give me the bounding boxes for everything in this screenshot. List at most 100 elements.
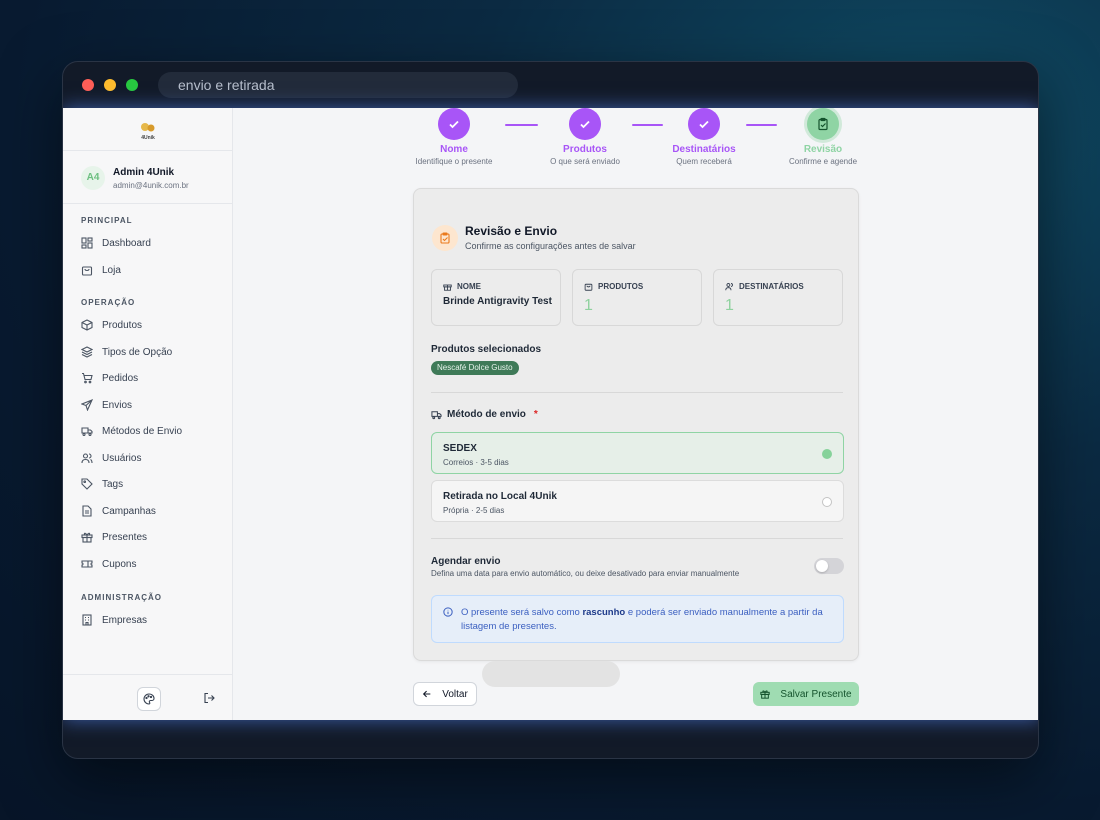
sidebar-item-tipos-de-opcao[interactable]: Tipos de Opção <box>81 343 172 361</box>
step-title: Revisão <box>803 144 843 155</box>
sidebar-item-pedidos[interactable]: Pedidos <box>81 369 138 387</box>
summary-products: PRODUTOS 1 <box>572 269 702 326</box>
sidebar-item-label: Campanhas <box>102 505 156 517</box>
review-card: Revisão e Envio Confirme as configuraçõe… <box>413 188 859 661</box>
user-email: admin@4unik.com.br <box>113 181 189 190</box>
maximize-window-button[interactable] <box>126 79 138 91</box>
avatar: A4 <box>81 166 105 190</box>
sidebar-item-loja[interactable]: Loja <box>81 261 121 279</box>
review-title: Revisão e Envio <box>465 224 558 238</box>
tag-icon <box>81 478 93 490</box>
users-icon <box>81 452 93 464</box>
step-title: Destinatários <box>672 144 736 155</box>
summary-products-value: 1 <box>584 297 593 314</box>
shipping-method-label: Método de envio * <box>431 409 538 420</box>
info-icon <box>443 607 453 617</box>
logout-icon[interactable] <box>203 692 215 704</box>
gift-icon <box>81 531 93 543</box>
cart-icon <box>81 372 93 384</box>
step-done-indicator <box>438 108 470 140</box>
info-text-bold: rascunho <box>582 607 626 618</box>
sidebar-item-label: Pedidos <box>102 372 139 384</box>
step-subtitle: Confirme e agende <box>788 157 858 166</box>
shipping-option-detail: Correios · 3-5 dias <box>443 458 509 467</box>
theme-button[interactable] <box>137 687 161 711</box>
summary-recipients-label: DESTINATÁRIOS <box>725 282 804 291</box>
check-icon <box>699 120 709 129</box>
shipping-option-detail: Própria · 2-5 dias <box>443 506 505 515</box>
sidebar-footer <box>63 674 233 720</box>
sidebar-item-label: Métodos de Envio <box>102 425 183 437</box>
sidebar-item-label: Tags <box>102 478 124 490</box>
gift-icon <box>443 284 452 291</box>
shopping-bag-icon <box>584 283 593 291</box>
section-title-operacao: OPERAÇÃO <box>81 298 136 307</box>
ticket-icon <box>81 558 93 570</box>
send-icon <box>81 399 93 411</box>
save-label: Salvar Presente <box>780 688 852 700</box>
summary-recipients-value: 1 <box>725 297 734 314</box>
sidebar-item-produtos[interactable]: Produtos <box>81 316 142 334</box>
required-mark: * <box>533 409 538 420</box>
radio-unselected[interactable] <box>822 497 832 507</box>
sidebar-item-label: Presentes <box>102 531 148 543</box>
logo-text: 4Unik <box>141 135 155 141</box>
sidebar-item-usuarios[interactable]: Usuários <box>81 449 141 467</box>
box-icon <box>81 319 93 331</box>
summary-label-text: DESTINATÁRIOS <box>739 282 804 291</box>
check-icon <box>580 120 590 129</box>
sidebar-item-dashboard[interactable]: Dashboard <box>81 234 151 252</box>
section-title-administracao: ADMINISTRAÇÃO <box>81 593 162 602</box>
info-text-prefix: O presente será salvo como <box>461 607 583 618</box>
review-subtitle: Confirme as configurações antes de salva… <box>465 241 636 251</box>
summary-label-text: NOME <box>457 282 481 291</box>
user-profile[interactable]: A4 Admin 4Unik admin@4unik.com.br <box>63 150 233 204</box>
sidebar-item-label: Loja <box>102 264 121 276</box>
palette-icon <box>143 693 155 705</box>
sidebar-item-campanhas[interactable]: Campanhas <box>81 502 156 520</box>
selected-products-label: Produtos selecionados <box>431 344 542 355</box>
step-destinatarios: Destinatários Quem receberá <box>649 108 759 166</box>
sidebar-item-empresas[interactable]: Empresas <box>81 611 147 629</box>
divider <box>431 392 843 393</box>
radio-selected[interactable] <box>822 449 832 459</box>
sidebar-item-tags[interactable]: Tags <box>81 475 123 493</box>
check-icon <box>449 120 459 129</box>
close-window-button[interactable] <box>82 79 94 91</box>
step-title: Nome <box>440 144 468 155</box>
summary-name-value: Brinde Antigravity Test <box>443 296 552 307</box>
info-text: O presente será salvo como rascunho e po… <box>461 606 831 634</box>
layers-icon <box>81 346 93 358</box>
users-icon <box>725 283 733 291</box>
gift-icon <box>760 690 771 699</box>
building-icon <box>81 614 93 626</box>
sidebar-item-label: Cupons <box>102 558 137 570</box>
title-bar: envio e retirada <box>63 62 1038 108</box>
company-logo: 4Unik <box>141 123 155 141</box>
minimize-window-button[interactable] <box>104 79 116 91</box>
step-nome: Nome Identifique o presente <box>399 108 509 166</box>
clipboard-check-icon <box>818 117 828 131</box>
sidebar-item-metodos-de-envio[interactable]: Métodos de Envio <box>81 422 182 440</box>
clipboard-check-icon <box>440 232 450 244</box>
dashboard-icon <box>81 237 93 249</box>
product-tag: Nescafé Dolce Gusto <box>431 361 519 375</box>
back-button[interactable]: Voltar <box>413 682 477 706</box>
step-produtos: Produtos O que será enviado <box>530 108 640 166</box>
shipping-option-retirada[interactable]: Retirada no Local 4Unik Própria · 2-5 di… <box>431 480 844 522</box>
toggle-knob <box>816 560 828 572</box>
shipping-option-sedex[interactable]: SEDEX Correios · 3-5 dias <box>431 432 844 474</box>
step-subtitle: O que será enviado <box>550 157 620 166</box>
schedule-toggle[interactable] <box>814 558 844 574</box>
step-done-indicator <box>569 108 601 140</box>
sidebar-item-presentes[interactable]: Presentes <box>81 528 147 546</box>
sidebar-item-envios[interactable]: Envios <box>81 396 132 414</box>
arrow-left-icon <box>423 690 431 698</box>
sidebar-item-cupons[interactable]: Cupons <box>81 555 136 573</box>
address-bar[interactable]: envio e retirada <box>158 72 518 98</box>
save-gift-button[interactable]: Salvar Presente <box>753 682 859 706</box>
shipping-method-text: Método de envio <box>447 409 526 420</box>
file-icon <box>81 505 93 517</box>
step-current-indicator <box>807 108 839 140</box>
sidebar-item-label: Tipos de Opção <box>102 346 173 358</box>
